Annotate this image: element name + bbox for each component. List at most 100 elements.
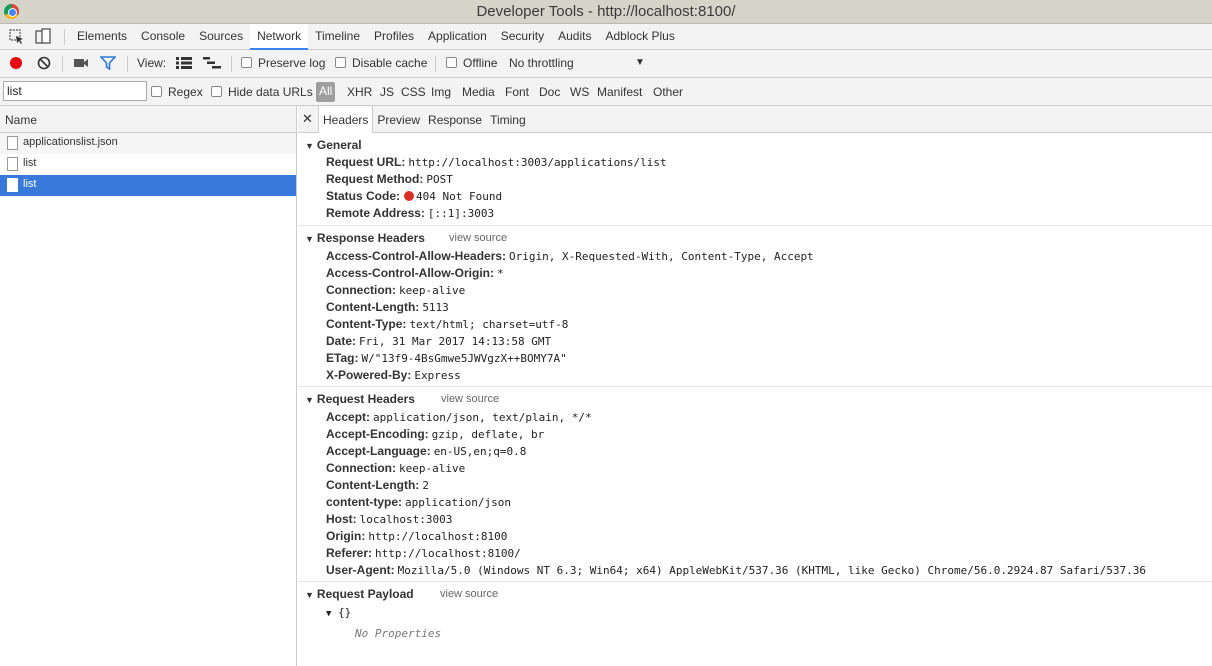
type-filter-other[interactable]: Other <box>653 85 683 99</box>
request-method-row: Request Method: POST <box>326 172 453 186</box>
header-row: Accept-Language: en-US,en;q=0.8 <box>326 444 527 458</box>
header-row: Access-Control-Allow-Headers: Origin, X-R… <box>326 249 814 263</box>
file-icon <box>7 157 18 171</box>
tab-headers[interactable]: Headers <box>318 106 374 133</box>
type-filter-img[interactable]: Img <box>431 85 451 99</box>
tab-elements[interactable]: Elements <box>70 24 134 50</box>
header-row: Content-Type: text/html; charset=utf-8 <box>326 317 569 331</box>
expand-triangle-icon: ▼ <box>305 234 314 244</box>
request-list: Name applicationslist.json list list <box>0 106 297 666</box>
tab-network[interactable]: Network <box>250 24 309 50</box>
expand-triangle-icon: ▼ <box>305 590 314 600</box>
type-filter-xhr[interactable]: XHR <box>347 85 372 99</box>
offline-checkbox[interactable]: Offline <box>446 56 497 70</box>
header-row: Access-Control-Allow-Origin: * <box>326 266 504 280</box>
view-label: View: <box>137 56 167 70</box>
header-row: Content-Length: 2 <box>326 478 429 492</box>
file-icon <box>7 136 18 150</box>
request-payload-toggle[interactable]: ▼ Request Payload <box>305 587 414 601</box>
window-title: Developer Tools - http://localhost:8100/ <box>476 3 736 20</box>
tab-sources[interactable]: Sources <box>192 24 250 50</box>
device-mode-icon[interactable] <box>34 28 52 46</box>
header-row: Date: Fri, 31 Mar 2017 14:13:58 GMT <box>326 334 552 348</box>
hide-data-urls-checkbox[interactable]: Hide data URLs <box>211 85 313 99</box>
header-row: Accept: application/json, text/plain, */* <box>326 410 592 424</box>
tab-security[interactable]: Security <box>494 24 551 50</box>
preserve-log-checkbox[interactable]: Preserve log <box>241 56 325 70</box>
tab-profiles[interactable]: Profiles <box>367 24 421 50</box>
payload-object-toggle[interactable]: ▼ {} <box>326 606 351 619</box>
tab-preview[interactable]: Preview <box>373 106 424 133</box>
request-url-row: Request URL: http://localhost:3003/applic… <box>326 155 667 169</box>
status-code-row: Status Code: 404 Not Found <box>326 189 503 203</box>
type-filter-doc[interactable]: Doc <box>539 85 560 99</box>
throttling-select[interactable]: No throttling <box>509 56 574 70</box>
request-headers-section: ▼ Request Headers view source Accept: appl… <box>298 387 1212 582</box>
throttling-dropdown-arrow-icon[interactable]: ▼ <box>635 57 645 68</box>
header-row: Connection: keep-alive <box>326 461 466 475</box>
type-filter-manifest[interactable]: Manifest <box>597 85 642 99</box>
response-headers-section: ▼ Response Headers view source Access-Con… <box>298 226 1212 387</box>
panel-tabs: Elements Console Sources Network Timeline Pro… <box>70 24 682 50</box>
error-status-icon <box>404 191 415 201</box>
tab-adblock-plus[interactable]: Adblock Plus <box>598 24 681 50</box>
panel-tabbar: Elements Console Sources Network Timeline Pro… <box>0 24 1212 50</box>
tab-console[interactable]: Console <box>134 24 192 50</box>
camera-icon[interactable] <box>73 56 89 73</box>
tab-audits[interactable]: Audits <box>551 24 598 50</box>
payload-no-properties: No Properties <box>355 627 442 640</box>
record-button[interactable] <box>8 55 24 74</box>
general-section: ▼ General Request URL: http://localhost:30… <box>298 133 1212 226</box>
type-filter-all[interactable]: All <box>316 82 336 102</box>
remote-address-row: Remote Address: [::1]:3003 <box>326 206 495 220</box>
header-row: X-Powered-By: Express <box>326 368 461 382</box>
clear-icon[interactable] <box>36 55 52 74</box>
filter-bar: Regex Hide data URLs All XHR JS CSS Img … <box>0 78 1212 106</box>
header-row: Origin: http://localhost:8100 <box>326 529 508 543</box>
header-row: Connection: keep-alive <box>326 283 466 297</box>
general-section-toggle[interactable]: ▼ General <box>305 138 362 152</box>
expand-triangle-icon: ▼ <box>305 395 314 405</box>
request-headers-view-source-link[interactable]: view source <box>441 393 499 405</box>
header-row: Accept-Encoding: gzip, deflate, br <box>326 427 545 441</box>
name-column-header[interactable]: Name <box>0 106 296 133</box>
type-filter-js[interactable]: JS <box>380 85 394 99</box>
tabbar-separator <box>64 29 65 45</box>
window-titlebar: Developer Tools - http://localhost:8100/ <box>0 0 1212 24</box>
disable-cache-checkbox[interactable]: Disable cache <box>335 56 427 70</box>
detail-tabbar: ✕ Headers Preview Response Timing <box>298 106 1212 133</box>
header-row: content-type: application/json <box>326 495 511 509</box>
type-filter-font[interactable]: Font <box>505 85 529 99</box>
header-row: ETag: W/"13f9-4BsGmwe5JWVgzX++BOMY7A" <box>326 351 567 365</box>
response-headers-view-source-link[interactable]: view source <box>449 232 507 244</box>
type-filter-media[interactable]: Media <box>462 85 495 99</box>
expand-triangle-icon: ▼ <box>305 141 314 151</box>
tab-application[interactable]: Application <box>421 24 494 50</box>
regex-checkbox[interactable]: Regex <box>151 85 203 99</box>
request-payload-view-source-link[interactable]: view source <box>440 588 498 600</box>
close-detail-icon[interactable]: ✕ <box>302 111 313 127</box>
header-row: Content-Length: 5113 <box>326 300 449 314</box>
request-row-list[interactable]: list <box>0 154 296 175</box>
filter-icon[interactable] <box>99 56 117 73</box>
header-row: Referer: http://localhost:8100/ <box>326 546 521 560</box>
tab-timeline[interactable]: Timeline <box>308 24 367 50</box>
request-headers-toggle[interactable]: ▼ Request Headers <box>305 392 415 406</box>
response-headers-toggle[interactable]: ▼ Response Headers <box>305 231 425 245</box>
header-row: Host: localhost:3003 <box>326 512 453 526</box>
file-icon <box>7 178 18 192</box>
large-rows-icon[interactable] <box>176 57 192 72</box>
network-toolbar: View: Preserve log Disable cache Offline… <box>0 50 1212 78</box>
request-row-applicationslist[interactable]: applicationslist.json <box>0 133 296 154</box>
filter-input[interactable] <box>3 81 147 101</box>
waterfall-icon[interactable] <box>203 57 221 72</box>
tab-timing[interactable]: Timing <box>486 106 530 133</box>
request-payload-section: ▼ Request Payload view source ▼ {} No Pro… <box>298 582 1212 666</box>
header-row: User-Agent: Mozilla/5.0 (Windows NT 6.3; … <box>326 563 1147 577</box>
request-row-list-selected[interactable]: list <box>0 175 296 196</box>
type-filter-css[interactable]: CSS <box>401 85 426 99</box>
request-detail-pane: ✕ Headers Preview Response Timing ▼ Gener… <box>298 106 1212 666</box>
tab-response[interactable]: Response <box>424 106 486 133</box>
type-filter-ws[interactable]: WS <box>570 85 589 99</box>
inspect-element-icon[interactable] <box>8 28 26 46</box>
